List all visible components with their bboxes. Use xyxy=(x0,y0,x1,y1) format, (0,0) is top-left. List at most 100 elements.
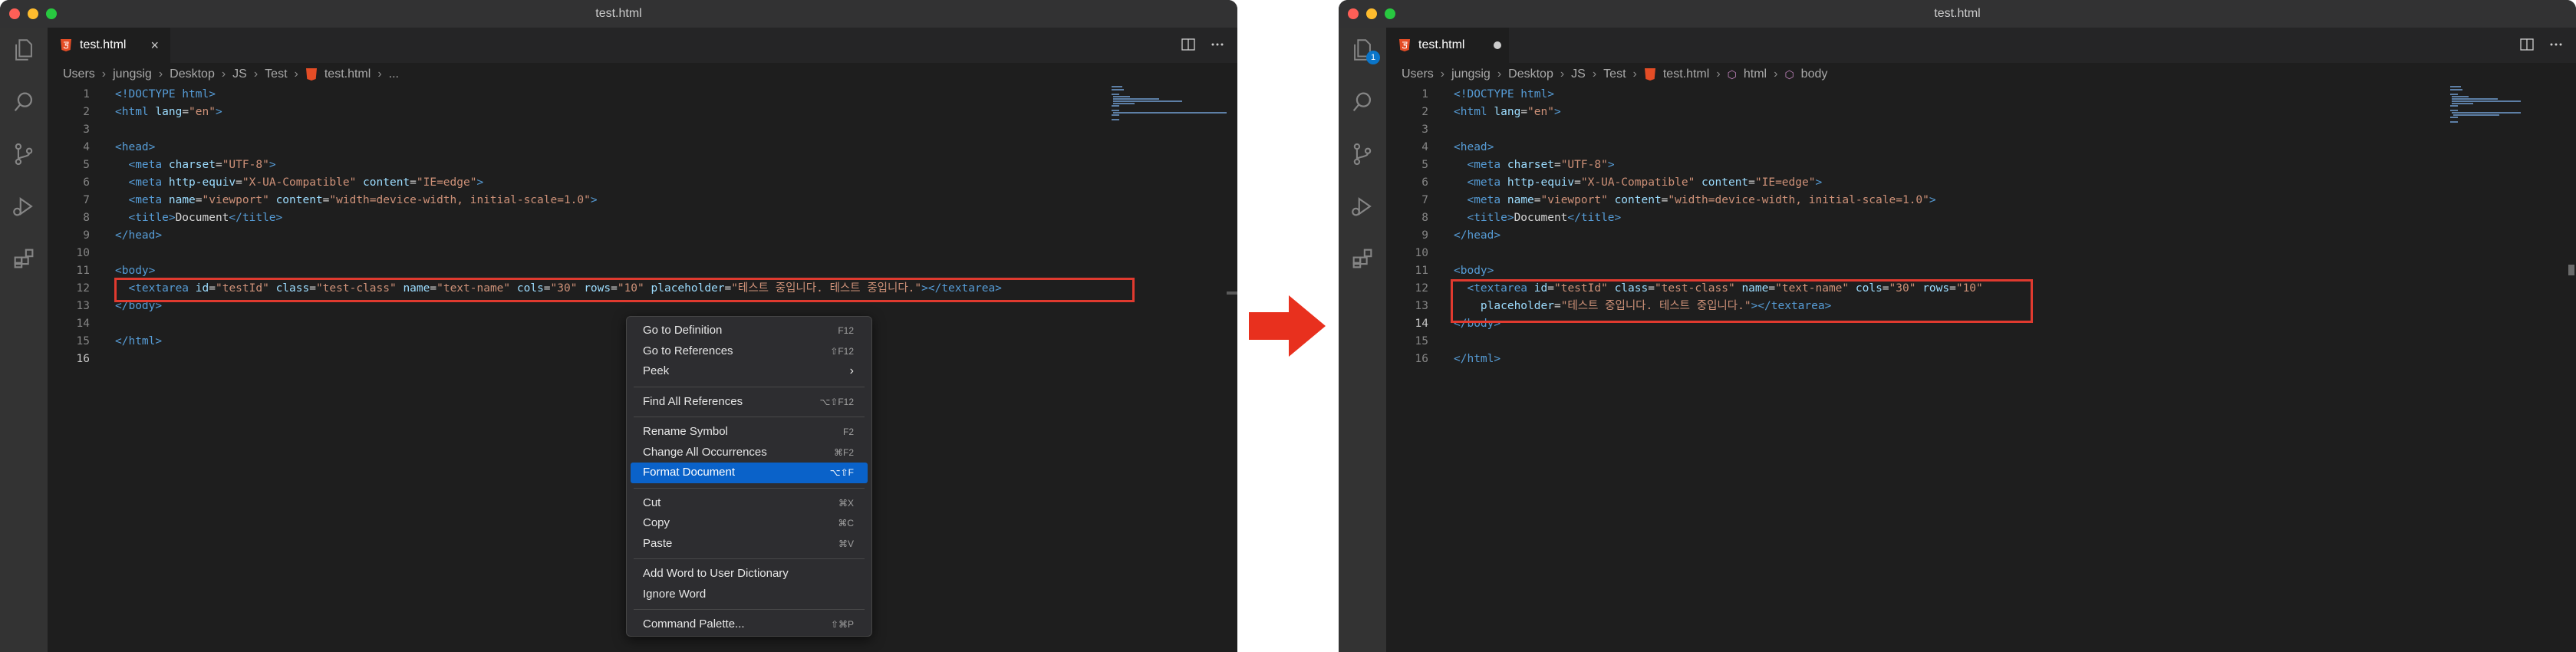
menu-item-ignore-word[interactable]: Ignore Word xyxy=(631,584,868,605)
menu-item-add-word-to-dictionary[interactable]: Add Word to User Dictionary xyxy=(631,564,868,584)
more-actions-icon[interactable] xyxy=(1210,37,1225,52)
split-editor-icon[interactable] xyxy=(1181,37,1196,52)
code-line[interactable]: 5 <meta charset="UTF-8"> xyxy=(48,156,1237,174)
tab-label: test.html xyxy=(1418,38,1465,51)
line-number: 6 xyxy=(83,176,90,189)
breadcrumb-item[interactable]: Test xyxy=(265,68,287,81)
line-number: 13 xyxy=(76,300,90,312)
html-file-icon xyxy=(305,68,317,81)
more-actions-icon[interactable] xyxy=(2548,37,2564,52)
tab-test-html[interactable]: test.html × xyxy=(48,28,170,63)
code-line[interactable]: 2 <html lang="en"> xyxy=(48,104,1237,121)
breadcrumb-item[interactable]: JS xyxy=(1571,68,1586,81)
html-file-icon xyxy=(61,39,71,51)
line-number: 1 xyxy=(83,88,90,100)
code-line[interactable]: 1 <!DOCTYPE html> xyxy=(48,86,1237,104)
code-line[interactable]: 8 <title>Document</title> xyxy=(1386,209,2576,227)
code-line[interactable]: 16 </html> xyxy=(1386,351,2576,368)
split-editor-icon[interactable] xyxy=(2519,37,2535,52)
line-number: 7 xyxy=(83,194,90,206)
menu-item-go-to-definition[interactable]: Go to Definition F12 xyxy=(631,321,868,341)
breadcrumb-item[interactable]: Desktop xyxy=(1508,68,1553,81)
tab-close-button[interactable]: × xyxy=(150,38,159,54)
search-icon[interactable] xyxy=(11,89,37,115)
tab-test-html[interactable]: test.html xyxy=(1386,28,1509,63)
breadcrumb-item[interactable]: test.html xyxy=(1663,68,1709,81)
source-control-icon[interactable] xyxy=(11,141,37,167)
scrollbar-marker[interactable] xyxy=(1227,291,1237,295)
breadcrumb-item[interactable]: jungsig xyxy=(113,68,152,81)
breadcrumb-item[interactable]: Desktop xyxy=(170,68,215,81)
breadcrumb-item[interactable]: ... xyxy=(389,68,399,81)
title-bar: test.html xyxy=(1339,0,2576,28)
unsaved-dot-icon[interactable] xyxy=(1494,41,1502,49)
breadcrumb-item[interactable]: JS xyxy=(232,68,247,81)
run-debug-icon[interactable] xyxy=(11,193,37,219)
menu-item-command-palette[interactable]: Command Palette... ⇧⌘P xyxy=(631,614,868,635)
code-line[interactable]: 15 xyxy=(1386,333,2576,351)
line-number: 2 xyxy=(1421,106,1428,118)
code-editor[interactable]: 1 <!DOCTYPE html> 2 <html lang="en"> 3 4 <head… xyxy=(1386,86,2576,652)
code-text: <html lang="en"> xyxy=(115,106,222,118)
menu-item-copy[interactable]: Copy ⌘C xyxy=(631,513,868,534)
chevron-right-icon: › xyxy=(849,364,854,377)
menu-item-rename-symbol[interactable]: Rename Symbol F2 xyxy=(631,422,868,443)
code-line[interactable]: 9 </head> xyxy=(1386,227,2576,245)
menu-item-find-all-references[interactable]: Find All References ⌥⇧F12 xyxy=(631,392,868,413)
menu-item-change-all-occurrences[interactable]: Change All Occurrences ⌘F2 xyxy=(631,443,868,463)
line-number: 5 xyxy=(83,159,90,171)
menu-item-format-document[interactable]: Format Document ⌥⇧F xyxy=(631,463,868,483)
scrollbar-marker[interactable] xyxy=(2568,265,2574,275)
code-line[interactable]: 11 <body> xyxy=(1386,262,2576,280)
code-line[interactable]: 3 xyxy=(1386,121,2576,139)
symbol-icon: ⬡ xyxy=(1784,68,1794,81)
menu-item-go-to-references[interactable]: Go to References ⇧F12 xyxy=(631,341,868,362)
menu-item-cut[interactable]: Cut ⌘X xyxy=(631,493,868,514)
run-debug-icon[interactable] xyxy=(1349,193,1375,219)
code-text: <meta charset="UTF-8"> xyxy=(128,159,276,171)
breadcrumb-item[interactable]: jungsig xyxy=(1451,68,1491,81)
minimap[interactable] xyxy=(2450,86,2565,124)
code-line[interactable]: 5 <meta charset="UTF-8"> xyxy=(1386,156,2576,174)
files-icon[interactable]: 1 xyxy=(1349,37,1380,64)
extensions-icon[interactable] xyxy=(1349,245,1375,272)
code-line[interactable]: 6 <meta http-equiv="X-UA-Compatible" con… xyxy=(1386,174,2576,192)
breadcrumb-item[interactable]: body xyxy=(1801,68,1828,81)
breadcrumb-item[interactable]: Test xyxy=(1603,68,1626,81)
code-line[interactable]: 2 <html lang="en"> xyxy=(1386,104,2576,121)
line-number: 15 xyxy=(1415,335,1428,347)
right-arrow-icon xyxy=(1249,295,1326,357)
breadcrumb-item[interactable]: html xyxy=(1744,68,1767,81)
extensions-icon[interactable] xyxy=(11,245,37,272)
breadcrumb-item[interactable]: Users xyxy=(63,68,95,81)
line-number: 10 xyxy=(76,247,90,259)
code-line[interactable]: 3 xyxy=(48,121,1237,139)
line-number: 1 xyxy=(1421,88,1428,100)
breadcrumb-item[interactable]: Users xyxy=(1402,68,1434,81)
menu-item-peek[interactable]: Peek › xyxy=(631,361,868,382)
source-control-icon[interactable] xyxy=(1349,141,1375,167)
code-line[interactable]: 1 <!DOCTYPE html> xyxy=(1386,86,2576,104)
editor-actions xyxy=(2519,37,2564,52)
highlight-box xyxy=(114,278,1135,302)
code-line[interactable]: 10 xyxy=(48,245,1237,262)
menu-item-paste[interactable]: Paste ⌘V xyxy=(631,534,868,555)
files-icon[interactable] xyxy=(11,37,37,63)
line-number: 11 xyxy=(76,265,90,277)
line-number: 15 xyxy=(76,335,90,347)
line-number: 2 xyxy=(83,106,90,118)
search-icon[interactable] xyxy=(1349,89,1375,115)
code-line[interactable]: 7 <meta name="viewport" content="width=d… xyxy=(1386,192,2576,209)
code-line[interactable]: 10 xyxy=(1386,245,2576,262)
breadcrumb-item[interactable]: test.html xyxy=(324,68,371,81)
code-line[interactable]: 7 <meta name="viewport" content="width=d… xyxy=(48,192,1237,209)
code-line[interactable]: 8 <title>Document</title> xyxy=(48,209,1237,227)
code-line[interactable]: 4 <head> xyxy=(1386,139,2576,156)
code-text: <title>Document</title> xyxy=(1467,212,1622,224)
code-line[interactable]: 4 <head> xyxy=(48,139,1237,156)
minimap[interactable] xyxy=(1112,86,1227,124)
code-line[interactable]: 6 <meta http-equiv="X-UA-Compatible" con… xyxy=(48,174,1237,192)
tab-bar: test.html × xyxy=(48,28,1237,63)
code-text: </html> xyxy=(115,335,163,347)
code-line[interactable]: 9 </head> xyxy=(48,227,1237,245)
